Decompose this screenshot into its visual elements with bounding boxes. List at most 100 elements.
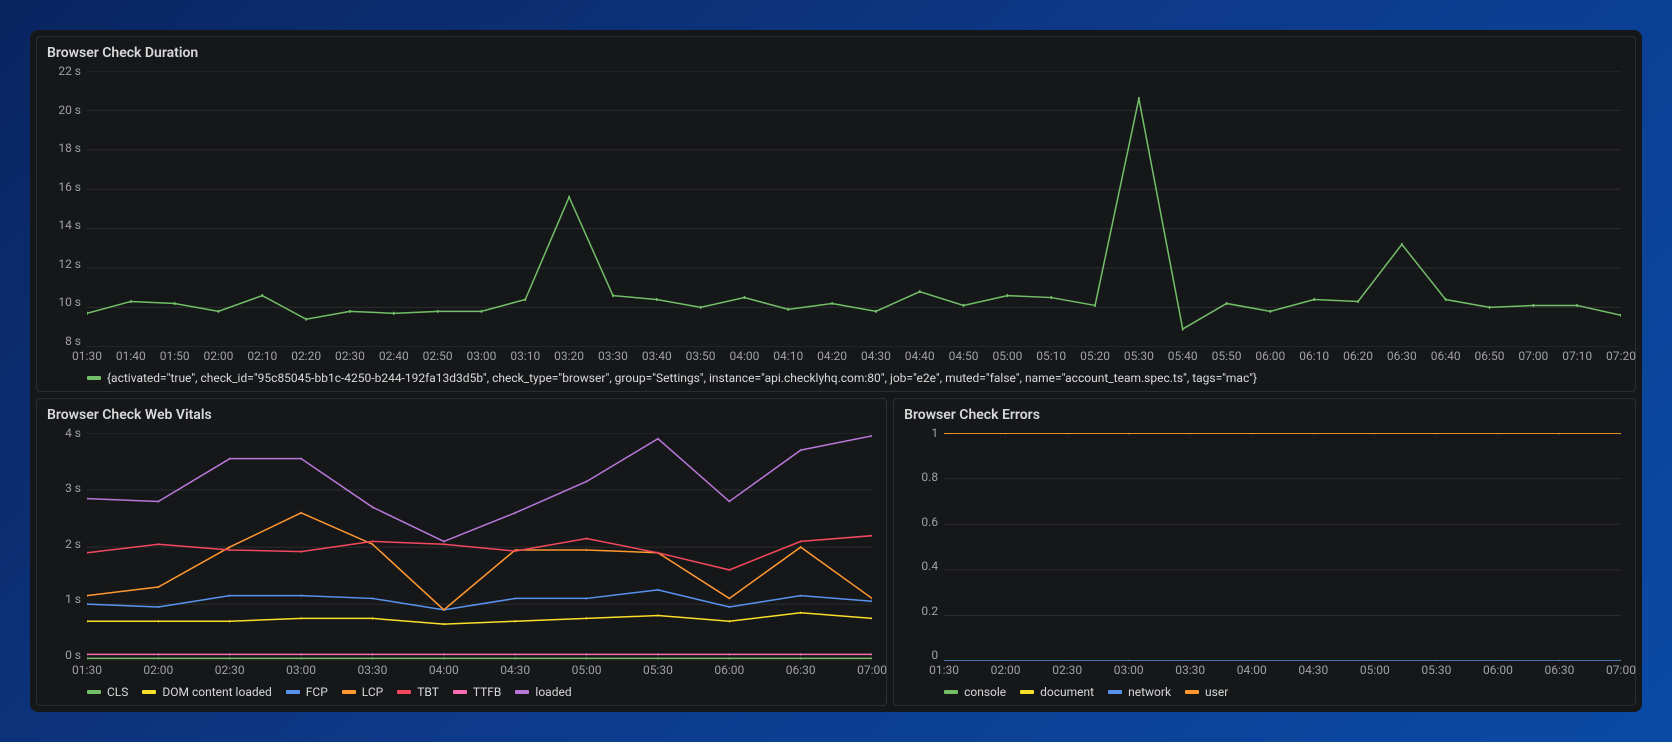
x-tick: 05:00 — [992, 349, 1022, 363]
panel-duration[interactable]: Browser Check Duration 22 s20 s18 s16 s1… — [36, 36, 1636, 392]
legend-label: TTFB — [473, 685, 502, 699]
panel-title: Browser Check Web Vitals — [47, 407, 876, 423]
x-tick: 06:00 — [1483, 663, 1513, 677]
legend-swatch — [453, 690, 467, 694]
legend-label: {activated="true", check_id="95c85045-bb… — [107, 371, 1257, 385]
x-tick: 01:30 — [929, 663, 959, 677]
chart-duration[interactable]: 22 s20 s18 s16 s14 s12 s10 s8 s 01:3001:… — [47, 65, 1625, 367]
x-tick: 02:00 — [143, 663, 173, 677]
legend-label: console — [964, 685, 1006, 699]
y-tick: 0.2 — [904, 605, 938, 617]
legend-swatch — [87, 690, 101, 694]
x-tick: 06:30 — [1387, 349, 1417, 363]
legend-label: CLS — [107, 685, 128, 699]
legend-item[interactable]: user — [1185, 685, 1228, 699]
x-tick: 04:50 — [949, 349, 979, 363]
legend-swatch — [142, 690, 156, 694]
y-tick: 0.8 — [904, 471, 938, 483]
y-tick: 10 s — [47, 296, 81, 308]
y-tick: 2 s — [47, 538, 81, 550]
y-tick: 18 s — [47, 142, 81, 154]
dashboard: Browser Check Duration 22 s20 s18 s16 s1… — [30, 30, 1642, 712]
x-tick: 04:30 — [500, 663, 530, 677]
legend-label: document — [1040, 685, 1094, 699]
legend-swatch — [515, 690, 529, 694]
x-tick: 04:40 — [905, 349, 935, 363]
legend-label: DOM content loaded — [162, 685, 271, 699]
x-tick: 07:00 — [1606, 663, 1636, 677]
x-tick: 05:30 — [1124, 349, 1154, 363]
x-tick: 04:00 — [429, 663, 459, 677]
legend-item[interactable]: CLS — [87, 685, 128, 699]
x-tick: 03:10 — [510, 349, 540, 363]
legend-item[interactable]: LCP — [342, 685, 383, 699]
y-tick: 0.6 — [904, 516, 938, 528]
x-tick: 05:00 — [572, 663, 602, 677]
x-tick: 07:00 — [857, 663, 887, 677]
legend-label: FCP — [306, 685, 328, 699]
x-tick: 06:50 — [1475, 349, 1505, 363]
x-tick: 01:30 — [72, 349, 102, 363]
y-tick: 16 s — [47, 181, 81, 193]
legend-label: user — [1205, 685, 1228, 699]
x-tick: 02:40 — [379, 349, 409, 363]
x-tick: 03:00 — [467, 349, 497, 363]
legend-label: network — [1128, 685, 1171, 699]
legend-swatch — [397, 690, 411, 694]
y-tick: 12 s — [47, 258, 81, 270]
y-tick: 0 — [904, 649, 938, 661]
y-tick: 3 s — [47, 482, 81, 494]
x-tick: 05:00 — [1360, 663, 1390, 677]
x-tick: 02:10 — [247, 349, 277, 363]
x-tick: 05:10 — [1036, 349, 1066, 363]
x-tick: 03:30 — [358, 663, 388, 677]
legend-label: LCP — [362, 685, 383, 699]
x-tick: 05:20 — [1080, 349, 1110, 363]
x-tick: 02:00 — [204, 349, 234, 363]
y-tick: 1 s — [47, 593, 81, 605]
x-tick: 06:20 — [1343, 349, 1373, 363]
legend-item[interactable]: FCP — [286, 685, 328, 699]
x-tick: 04:00 — [729, 349, 759, 363]
x-tick: 01:30 — [72, 663, 102, 677]
x-tick: 03:20 — [554, 349, 584, 363]
y-tick: 0 s — [47, 649, 81, 661]
legend-item[interactable]: DOM content loaded — [142, 685, 271, 699]
x-tick: 02:30 — [1052, 663, 1082, 677]
legend-swatch — [944, 690, 958, 694]
legend-item[interactable]: document — [1020, 685, 1094, 699]
x-tick: 05:50 — [1212, 349, 1242, 363]
y-tick: 20 s — [47, 104, 81, 116]
chart-errors[interactable]: 10.80.60.40.20 01:3002:0002:3003:0003:30… — [904, 427, 1625, 681]
x-tick: 07:00 — [1518, 349, 1548, 363]
x-tick: 02:50 — [423, 349, 453, 363]
legend-label: TBT — [417, 685, 439, 699]
legend-item[interactable]: TTFB — [453, 685, 502, 699]
x-tick: 03:00 — [1114, 663, 1144, 677]
legend-item[interactable]: loaded — [515, 685, 571, 699]
legend-swatch — [286, 690, 300, 694]
y-tick: 14 s — [47, 219, 81, 231]
y-tick: 22 s — [47, 65, 81, 77]
legend-item[interactable]: TBT — [397, 685, 439, 699]
x-tick: 03:30 — [598, 349, 628, 363]
legend-item[interactable]: console — [944, 685, 1006, 699]
panel-errors[interactable]: Browser Check Errors 10.80.60.40.20 01:3… — [893, 398, 1636, 706]
x-tick: 04:30 — [861, 349, 891, 363]
legend-item[interactable]: {activated="true", check_id="95c85045-bb… — [87, 371, 1257, 385]
x-tick: 02:20 — [291, 349, 321, 363]
x-tick: 01:40 — [116, 349, 146, 363]
legend-swatch — [1185, 690, 1199, 694]
y-tick: 4 s — [47, 427, 81, 439]
x-tick: 05:40 — [1168, 349, 1198, 363]
chart-vitals[interactable]: 4 s3 s2 s1 s0 s 01:3002:0002:3003:0003:3… — [47, 427, 876, 681]
legend-item[interactable]: network — [1108, 685, 1171, 699]
x-tick: 05:30 — [1421, 663, 1451, 677]
x-tick: 06:00 — [714, 663, 744, 677]
x-tick: 03:40 — [642, 349, 672, 363]
x-tick: 02:00 — [991, 663, 1021, 677]
x-tick: 06:00 — [1255, 349, 1285, 363]
y-tick: 0.4 — [904, 560, 938, 572]
panel-vitals[interactable]: Browser Check Web Vitals 4 s 3 s 2 s 1 s 0 s… — [36, 398, 887, 706]
x-tick: 04:10 — [773, 349, 803, 363]
